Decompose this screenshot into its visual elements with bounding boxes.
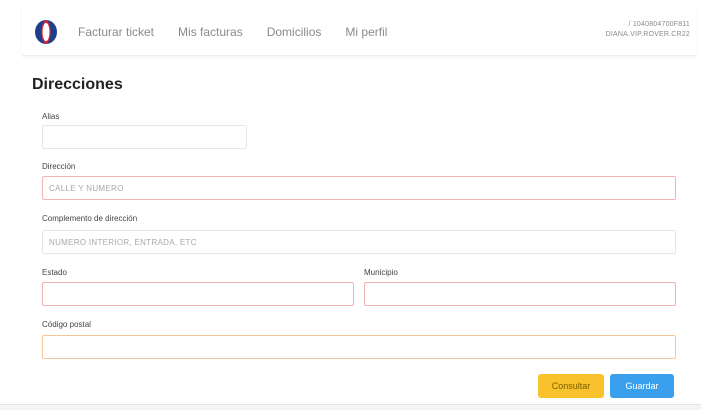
top-navbar: Facturar ticket Mis facturas Domicilios …: [22, 8, 696, 56]
alias-input[interactable]: [42, 125, 247, 149]
estado-label: Estado: [42, 268, 67, 277]
page-title: Direcciones: [32, 76, 123, 93]
nav-link-domicilios[interactable]: Domicilios: [267, 25, 322, 39]
estado-select[interactable]: [42, 282, 354, 306]
complemento-input[interactable]: [42, 230, 676, 254]
municipio-select[interactable]: [364, 282, 676, 306]
direccion-label: Dirección: [42, 162, 76, 171]
nav-link-mis-facturas[interactable]: Mis facturas: [178, 25, 243, 39]
municipio-label: Municipio: [364, 268, 398, 277]
complemento-label: Complemento de dirección: [42, 214, 138, 223]
nav-links: Facturar ticket Mis facturas Domicilios …: [78, 25, 411, 39]
alias-label: Alias: [42, 112, 60, 121]
nav-link-facturar-ticket[interactable]: Facturar ticket: [78, 25, 154, 39]
codigo-postal-input[interactable]: [42, 335, 676, 359]
direccion-input[interactable]: [42, 176, 676, 200]
consultar-button[interactable]: Consultar: [538, 374, 604, 398]
page-bottom-divider: [0, 404, 701, 410]
guardar-button[interactable]: Guardar: [610, 374, 674, 398]
user-info[interactable]: / 1040804700F811 DIANA.VIP.ROVER.CR22: [606, 20, 690, 40]
user-email: DIANA.VIP.ROVER.CR22: [605, 31, 690, 38]
codigo-postal-label: Código postal: [42, 320, 91, 329]
nav-link-mi-perfil[interactable]: Mi perfil: [345, 25, 387, 39]
address-form-card: Direcciones Alias Dirección Complemento …: [22, 62, 696, 405]
brand-logo-icon[interactable]: [34, 19, 58, 45]
user-id: / 1040804700F811: [628, 21, 690, 28]
